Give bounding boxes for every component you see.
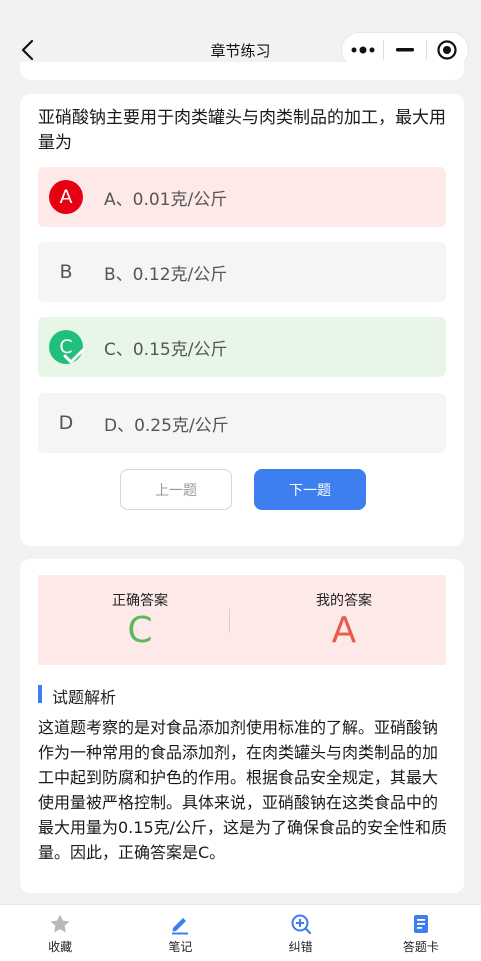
correction-icon	[291, 914, 311, 935]
previous-question-button[interactable]: 上一题	[120, 469, 232, 510]
option-label: C、0.15克/公斤	[104, 340, 228, 360]
tab-label: 纠错	[288, 940, 313, 954]
option-letter-badge: D	[58, 412, 74, 434]
comparison-divider	[229, 609, 230, 633]
answer-sheet-icon	[413, 915, 428, 933]
answer-comparison: 正确答案 C 我的答案 A	[38, 575, 446, 665]
top-header: 章节练习	[0, 0, 481, 100]
bottom-toolbar: 收藏 笔记 纠错 答题卡	[0, 904, 481, 961]
option-letter-badge: B	[59, 261, 73, 283]
tab-answer-sheet[interactable]: 答题卡	[361, 905, 481, 961]
previous-card-edge	[20, 62, 464, 80]
correct-answer-block: 正确答案 C	[38, 575, 242, 665]
option-a[interactable]: A A、0.01克/公斤	[38, 167, 446, 227]
option-b[interactable]: B B、0.12克/公斤	[38, 242, 446, 302]
star-icon	[50, 914, 70, 933]
heading-accent-bar	[38, 685, 42, 703]
option-c[interactable]: C C、0.15克/公斤	[38, 317, 446, 377]
tab-notes[interactable]: 笔记	[120, 905, 240, 961]
tab-favorite[interactable]: 收藏	[0, 905, 120, 961]
option-letter-badge: A	[49, 180, 83, 214]
option-label: A、0.01克/公斤	[104, 190, 228, 210]
question-card: 亚硝酸钠主要用于肉类罐头与肉类制品的加工，最大用量为 A A、0.01克/公斤 …	[20, 94, 464, 546]
answer-analysis-card: 正确答案 C 我的答案 A 试题解析 这道题考察的是对食品添加剂使用标准的了解。…	[20, 559, 464, 893]
option-label: B、0.12克/公斤	[104, 265, 228, 285]
more-dots-icon	[351, 46, 375, 54]
tab-label: 收藏	[48, 940, 73, 954]
tab-correction[interactable]: 纠错	[241, 905, 361, 961]
tab-label: 笔记	[168, 940, 193, 954]
my-answer-block: 我的答案 A	[242, 575, 446, 665]
target-circle-icon	[437, 40, 457, 60]
minus-icon	[395, 48, 414, 52]
correct-answer-label: 正确答案	[112, 593, 168, 609]
analysis-text: 这道题考察的是对食品添加剂使用标准的了解。亚硝酸钠作为一种常用的食品添加剂，在肉…	[38, 718, 448, 862]
checkmark-icon	[63, 348, 85, 364]
pencil-icon	[172, 918, 189, 935]
analysis-title: 试题解析	[52, 688, 117, 707]
next-question-button[interactable]: 下一题	[254, 469, 366, 510]
my-answer-value: A	[331, 610, 357, 651]
my-answer-label: 我的答案	[316, 593, 372, 609]
question-text: 亚硝酸钠主要用于肉类罐头与肉类制品的加工，最大用量为	[38, 108, 446, 153]
tab-label: 答题卡	[402, 940, 439, 954]
option-d[interactable]: D D、0.25克/公斤	[38, 393, 446, 453]
correct-answer-value: C	[127, 610, 153, 651]
option-label: D、0.25克/公斤	[104, 416, 229, 436]
